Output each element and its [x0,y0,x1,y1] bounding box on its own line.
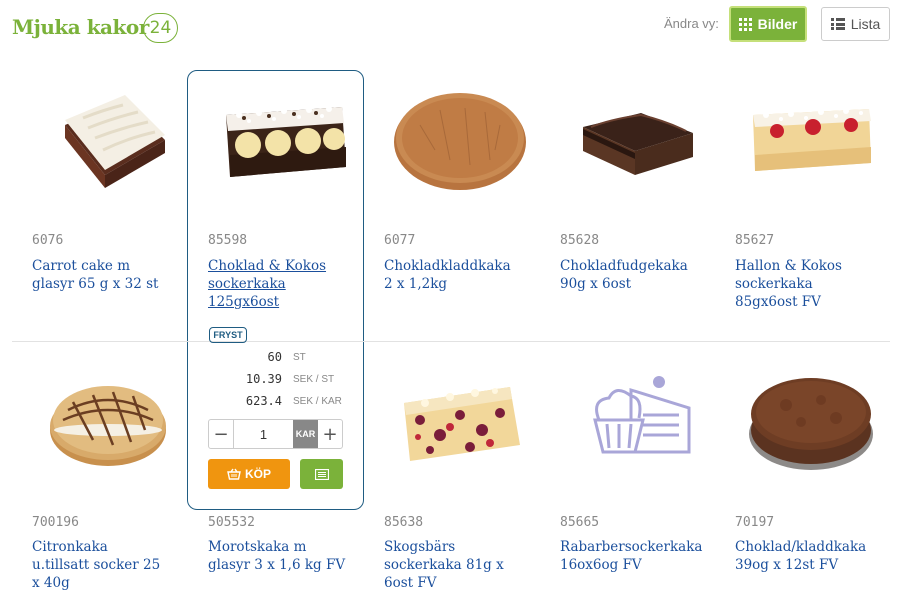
product-sku: 85638 [384,515,424,530]
view-images-label: Bilder [757,16,798,32]
quantity-unit: KAR [293,420,318,448]
product-sku: 70197 [735,515,775,530]
buy-button-label: KÖP [244,467,271,481]
product-name-line: x 40g [32,575,70,591]
product-name-line: glasyr 3 x 1,6 kg FV [208,557,346,573]
cake-placeholder-icon [593,376,691,454]
product-sku: 85665 [560,515,600,530]
grid-icon [738,17,752,31]
product-name-line: sockerkaka [735,276,813,292]
product-name-line: Chokladfudgekaka [560,258,688,274]
product-name-line: 6ost FV [384,575,437,591]
row-divider [12,341,890,342]
product-name-line: Choklad/kladdkaka [735,539,867,555]
product-name-line: sockerkaka [208,276,286,292]
product-name-link[interactable]: Citronkaka u.tillsatt socker 25 x 40g [32,538,182,591]
product-image[interactable] [372,355,548,485]
decrease-quantity-button[interactable]: − [209,420,233,448]
view-label: Ändra vy: [664,16,719,31]
product-name-line: Citronkaka [32,539,108,555]
product-sku: 85628 [560,233,600,248]
product-name-line: 39og x 12st FV [735,557,839,573]
product-image[interactable] [723,355,899,485]
product-name-line: Carrot cake m [32,258,131,274]
product-name-link[interactable]: Carrot cake m glasyr 65 g x 32 st [32,257,182,293]
price-per-box: 623.4 [245,394,282,408]
product-name-link[interactable]: Skogsbärs sockerkaka 81g x 6ost FV [384,538,534,591]
add-to-list-button[interactable] [300,459,343,489]
product-name-link[interactable]: Chokladfudgekaka 90g x 6ost [560,257,710,293]
product-image[interactable] [20,75,196,205]
product-placeholder-image[interactable] [548,355,724,485]
product-image[interactable] [548,75,724,205]
product-name-link[interactable]: Morotskaka m glasyr 3 x 1,6 kg FV [208,538,358,574]
product-name-line: Morotskaka m [208,539,307,555]
product-image[interactable] [196,75,372,205]
product-sku: 6076 [32,233,64,248]
product-sku: 700196 [32,515,79,530]
increase-quantity-button[interactable]: + [318,420,342,448]
quantity-input[interactable]: 1 [233,420,293,448]
view-list-label: Lista [850,16,881,32]
pack-quantity: 60 [267,350,282,364]
product-sku: 85627 [735,233,775,248]
product-name-line: 85gx6ost FV [735,294,821,310]
product-name-line: sockerkaka 81g x [384,557,504,573]
product-name-link[interactable]: Rabarbersockerkaka 16ox6og FV [560,538,710,574]
frozen-badge: FRYST [209,327,247,343]
product-name-line: Rabarbersockerkaka [560,539,703,555]
product-name-line: u.tillsatt socker 25 [32,557,161,573]
product-name-line: Hallon & Kokos [735,258,842,274]
product-name-line: 16ox6og FV [560,557,642,573]
basket-icon [227,468,241,480]
product-name-line: 90g x 6ost [560,276,632,292]
product-sku: 6077 [384,233,416,248]
product-name-line: 125gx6ost [208,294,280,310]
product-name-line: Skogsbärs [384,539,456,555]
list-card-icon [314,468,329,480]
product-image[interactable] [723,75,899,205]
product-name-link[interactable]: Hallon & Kokos sockerkaka 85gx6ost FV [735,257,885,311]
price-per-box-label: SEK / KAR [293,396,342,407]
product-name-line: Choklad & Kokos [208,258,327,274]
price-per-unit: 10.39 [245,372,282,386]
product-name-line: 2 x 1,2kg [384,276,448,292]
buy-button[interactable]: KÖP [208,459,290,489]
product-image[interactable] [20,355,196,485]
product-image[interactable] [372,75,548,205]
pack-unit: ST [293,352,306,363]
list-icon [830,18,845,30]
product-name-line: Chokladkladdkaka [384,258,511,274]
view-list-button[interactable]: Lista [821,7,890,41]
product-name-link[interactable]: Choklad/kladdkaka 39og x 12st FV [735,538,885,574]
product-name-link[interactable]: Choklad & Kokos sockerkaka 125gx6ost [208,257,358,311]
quantity-stepper: − 1 KAR + [208,419,343,449]
product-name-link[interactable]: Chokladkladdkaka 2 x 1,2kg [384,257,534,293]
price-per-unit-label: SEK / ST [293,374,335,385]
product-name-line: glasyr 65 g x 32 st [32,276,159,292]
product-sku: 85598 [208,233,248,248]
page-header: Mjuka kakor 24 Ändra vy: Bilder Lista [0,0,913,60]
product-count-badge: 24 [143,13,178,43]
view-images-button[interactable]: Bilder [729,6,807,42]
product-sku: 505532 [208,515,255,530]
page-title: Mjuka kakor [12,15,149,39]
